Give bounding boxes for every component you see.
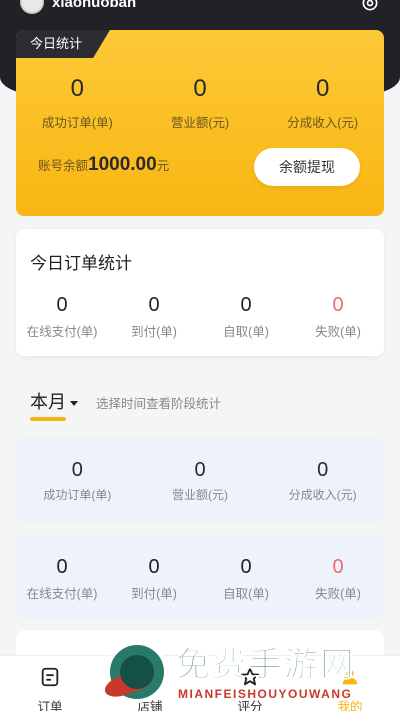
stat-value: 0 — [193, 75, 207, 102]
today-tag: 今日统计 — [16, 30, 110, 58]
tab-shop[interactable]: 店铺 — [100, 656, 200, 711]
tab-label: 店铺 — [137, 700, 163, 711]
balance-label: 账号余额 — [38, 159, 89, 173]
stat-label: 自取(单) — [223, 325, 269, 339]
stat-label: 成功订单(单) — [41, 116, 113, 130]
stat-value: 0 — [332, 556, 344, 578]
today-stats-row: 0 成功订单(单) 0 营业额(元) 0 分成收入(元) — [16, 74, 384, 131]
withdraw-button[interactable]: 余额提现 — [254, 148, 360, 186]
tab-label: 我的 — [337, 700, 363, 711]
stat-value: 0 — [316, 75, 330, 102]
stat-label: 分成收入(元) — [288, 488, 357, 502]
caret-down-icon — [70, 400, 78, 406]
tab-label: 订单 — [37, 700, 63, 711]
stat-value: 0 — [194, 459, 206, 481]
shop-icon — [141, 668, 159, 686]
avatar[interactable] — [20, 0, 44, 14]
stat-label: 在线支付(单) — [26, 587, 98, 601]
stat-label: 成功订单(单) — [43, 488, 112, 502]
order-stats-row: 0 在线支付(单) 0 到付(单) 0 自取(单) 0 失败(单) — [16, 293, 384, 340]
stat-label: 失败(单) — [315, 587, 361, 601]
balance-amount: 1000.00 — [88, 154, 157, 175]
stat-label: 在线支付(单) — [26, 325, 98, 339]
stat-value: 0 — [148, 294, 160, 316]
stat-value: 0 — [240, 556, 252, 578]
period-label: 本月 — [30, 392, 66, 412]
stat-cash-on-delivery: 0 到付(单) — [108, 293, 200, 340]
stat-value: 0 — [240, 294, 252, 316]
tab-rating[interactable]: 评分 — [200, 656, 300, 711]
today-order-stats-card: 今日订单统计 0 在线支付(单) 0 到付(单) 0 自取(单) 0 失败(单) — [16, 229, 384, 356]
stat-value: 0 — [332, 294, 344, 316]
stat-value: 0 — [56, 556, 68, 578]
stat-label: 营业额(元) — [172, 488, 228, 502]
stat-failed: 0 失败(单) — [292, 293, 384, 340]
stat-share-income: 0 分成收入(元) — [261, 74, 384, 131]
period-selector-row: 本月 选择时间查看阶段统计 — [30, 388, 390, 421]
user-icon — [342, 669, 358, 685]
stat-success-orders: 0 成功订单(单) — [16, 458, 139, 503]
stat-share-income: 0 分成收入(元) — [261, 458, 384, 503]
stat-label: 到付(单) — [131, 325, 177, 339]
order-icon — [41, 667, 59, 687]
stat-value: 0 — [317, 459, 329, 481]
stat-label: 失败(单) — [315, 325, 361, 339]
balance-unit: 元 — [156, 159, 170, 173]
period-order-stats-card: 0 在线支付(单) 0 到付(单) 0 自取(单) 0 失败(单) — [16, 535, 384, 619]
period-stats-card: 0 成功订单(单) 0 营业额(元) 0 分成收入(元) — [16, 438, 384, 522]
stat-value: 0 — [56, 294, 68, 316]
stat-value: 0 — [148, 556, 160, 578]
active-underline — [30, 417, 66, 421]
stat-failed: 0 失败(单) — [292, 555, 384, 602]
profile-bar: xiaohuoban — [0, 0, 400, 14]
tab-mine[interactable]: 我的 — [300, 656, 400, 711]
stat-label: 营业额(元) — [170, 116, 230, 130]
account-balance: 账号余额1000.00元 — [38, 154, 169, 176]
stat-label: 自取(单) — [223, 587, 269, 601]
period-order-stats-row: 0 在线支付(单) 0 到付(单) 0 自取(单) 0 失败(单) — [16, 555, 384, 602]
stat-label: 分成收入(元) — [287, 116, 359, 130]
today-stats-card: 今日统计 0 成功订单(单) 0 营业额(元) 0 分成收入(元) 账号余额10… — [16, 30, 384, 216]
star-icon — [240, 667, 260, 686]
settings-icon[interactable] — [360, 0, 380, 13]
stat-self-pickup: 0 自取(单) — [200, 555, 292, 602]
period-hint: 选择时间查看阶段统计 — [96, 397, 222, 411]
stat-revenue: 0 营业额(元) — [139, 74, 262, 131]
stat-label: 到付(单) — [131, 587, 177, 601]
username: xiaohuoban — [52, 0, 137, 11]
stat-cash-on-delivery: 0 到付(单) — [108, 555, 200, 602]
period-stats-row: 0 成功订单(单) 0 营业额(元) 0 分成收入(元) — [16, 458, 384, 503]
stat-online-pay: 0 在线支付(单) — [16, 293, 108, 340]
period-dropdown[interactable]: 本月 — [30, 388, 78, 414]
card-title: 今日订单统计 — [30, 254, 132, 273]
tab-label: 评分 — [237, 700, 263, 711]
stat-online-pay: 0 在线支付(单) — [16, 555, 108, 602]
stat-value: 0 — [71, 459, 83, 481]
bottom-tab-bar: 订单 店铺 评分 我的 — [0, 655, 400, 711]
stat-revenue: 0 营业额(元) — [139, 458, 262, 503]
stat-value: 0 — [70, 75, 85, 102]
tab-orders[interactable]: 订单 — [0, 656, 100, 711]
stat-self-pickup: 0 自取(单) — [200, 293, 292, 340]
stat-success-orders: 0 成功订单(单) — [16, 74, 139, 131]
